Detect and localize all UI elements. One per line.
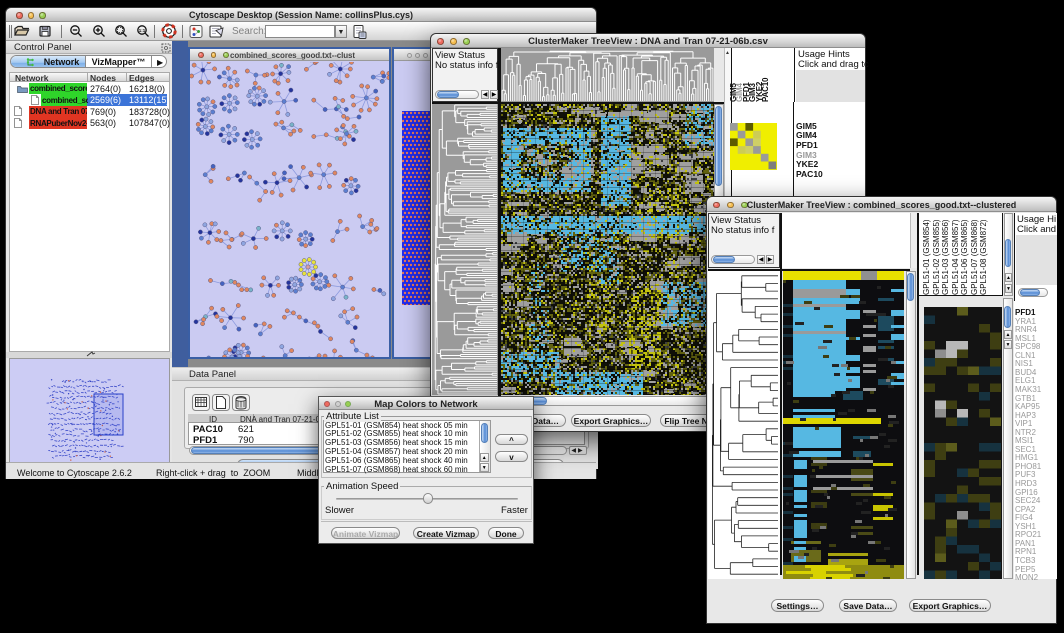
svg-text:Search:: Search:	[232, 26, 266, 37]
svg-text:1:1: 1:1	[139, 28, 146, 33]
